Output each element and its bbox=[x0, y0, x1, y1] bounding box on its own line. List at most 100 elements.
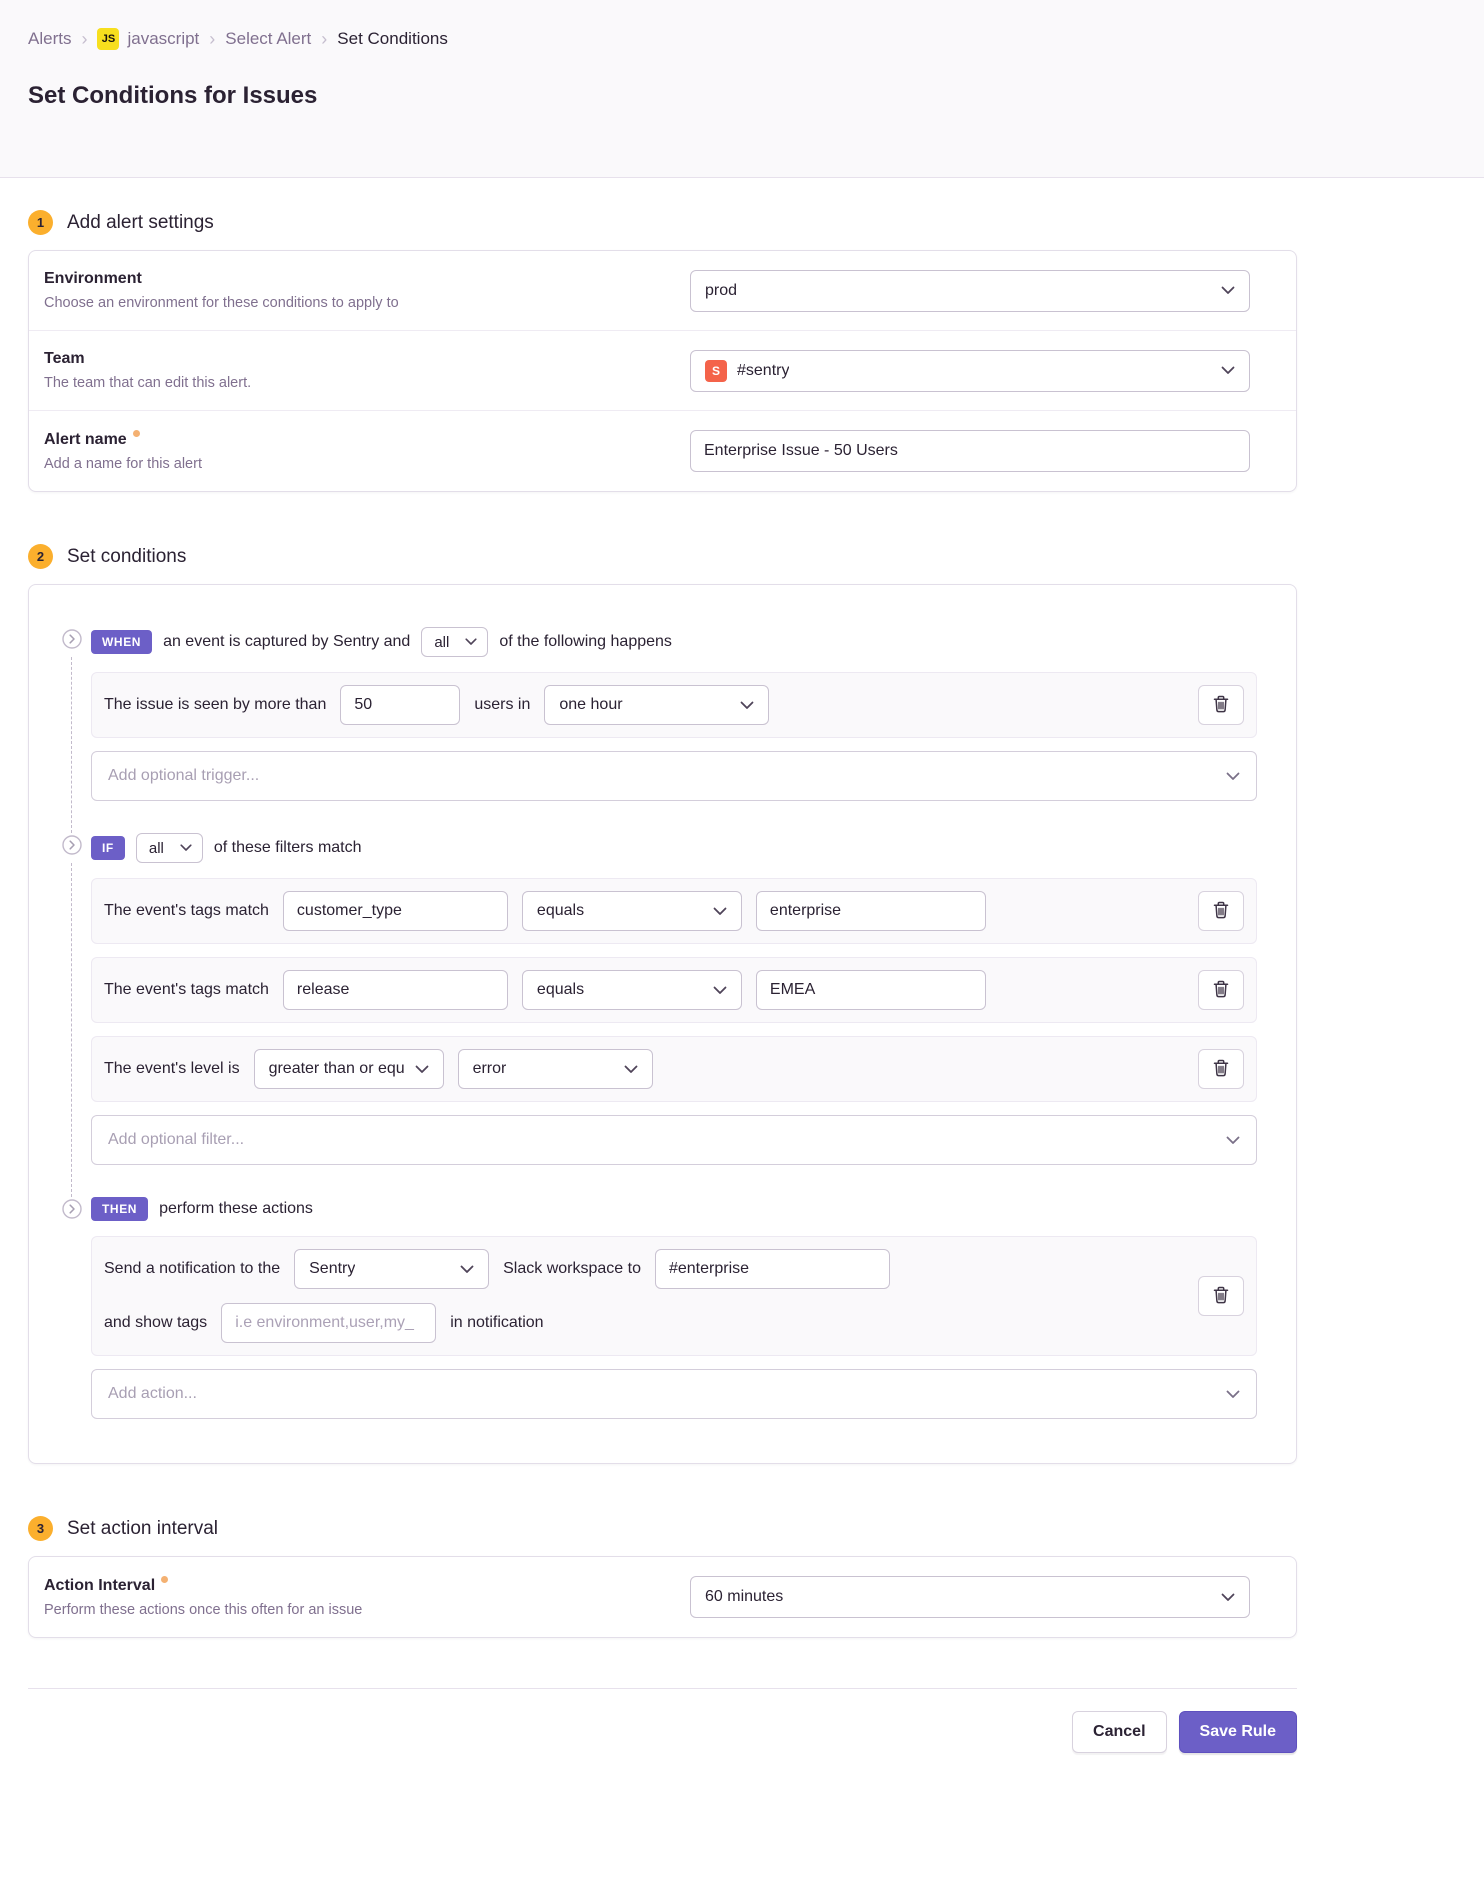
level-value: error bbox=[473, 1060, 507, 1078]
notification-tags-input[interactable] bbox=[221, 1303, 436, 1343]
filter-row-tags-1: The event's tags match equals bbox=[91, 878, 1257, 944]
filter-row-tags-2: The event's tags match equals bbox=[91, 957, 1257, 1023]
step3-number-badge: 3 bbox=[28, 1516, 53, 1541]
action-interval-labels: Action Interval Perform these actions on… bbox=[44, 1576, 362, 1618]
tag-key-input[interactable] bbox=[283, 970, 508, 1010]
time-interval-select[interactable]: one hour bbox=[544, 685, 769, 725]
trash-icon bbox=[1213, 695, 1229, 716]
environment-label: Environment bbox=[44, 270, 399, 288]
tag-operator-select[interactable]: equals bbox=[522, 970, 742, 1010]
if-text: of these filters match bbox=[214, 839, 362, 857]
required-indicator bbox=[133, 430, 140, 437]
when-condition-row: The issue is seen by more than users in … bbox=[91, 672, 1257, 738]
chevron-circle-icon bbox=[62, 629, 82, 649]
action-interval-row: Action Interval Perform these actions on… bbox=[29, 1557, 1296, 1637]
filter-label: The event's tags match bbox=[104, 902, 269, 920]
action-interval-label: Action Interval bbox=[44, 1576, 362, 1595]
chevron-right-separator: › bbox=[209, 30, 215, 48]
alert-name-help: Add a name for this alert bbox=[44, 456, 202, 472]
environment-control: prod bbox=[690, 270, 1250, 312]
add-optional-trigger-select[interactable]: Add optional trigger... bbox=[91, 751, 1257, 801]
delete-filter-button[interactable] bbox=[1198, 970, 1244, 1010]
chevron-down-icon bbox=[180, 844, 192, 852]
step1-header: 1 Add alert settings bbox=[28, 210, 1297, 235]
environment-row: Environment Choose an environment for th… bbox=[29, 251, 1296, 331]
slack-workspace-value: Sentry bbox=[309, 1260, 355, 1278]
tag-operator-value: equals bbox=[537, 981, 584, 999]
chevron-right-separator: › bbox=[81, 30, 87, 48]
action-text-after: in notification bbox=[450, 1314, 543, 1332]
if-group: IF all of these filters match The event'… bbox=[29, 833, 1257, 1165]
action-interval-card: Action Interval Perform these actions on… bbox=[28, 1556, 1297, 1638]
page-title: Set Conditions for Issues bbox=[28, 82, 1456, 110]
breadcrumb-select-alert[interactable]: Select Alert bbox=[225, 29, 311, 49]
slack-channel-input[interactable] bbox=[655, 1249, 890, 1289]
trash-icon bbox=[1213, 980, 1229, 1001]
breadcrumb-project[interactable]: JS javascript bbox=[97, 28, 199, 50]
chevron-right-separator: › bbox=[321, 30, 327, 48]
alert-name-input[interactable] bbox=[690, 430, 1250, 472]
add-optional-filter-placeholder: Add optional filter... bbox=[108, 1131, 244, 1149]
step2-title: Set conditions bbox=[67, 546, 186, 568]
conditions-body: WHEN an event is captured by Sentry and … bbox=[29, 585, 1296, 1463]
if-aggregate-select[interactable]: all bbox=[136, 833, 203, 863]
add-action-select[interactable]: Add action... bbox=[91, 1369, 1257, 1419]
tag-operator-value: equals bbox=[537, 902, 584, 920]
action-line-2: and show tags in notification bbox=[104, 1303, 890, 1343]
when-pre-text: an event is captured by Sentry and bbox=[163, 633, 410, 651]
action-lines: Send a notification to the Sentry Slack … bbox=[104, 1249, 890, 1343]
action-text-before: Send a notification to the bbox=[104, 1260, 280, 1278]
slack-workspace-select[interactable]: Sentry bbox=[294, 1249, 489, 1289]
user-count-input[interactable] bbox=[340, 685, 460, 725]
cancel-button[interactable]: Cancel bbox=[1072, 1711, 1166, 1753]
chevron-down-icon bbox=[713, 986, 727, 995]
when-aggregate-select[interactable]: all bbox=[421, 627, 488, 657]
chevron-down-icon bbox=[1221, 366, 1235, 375]
when-group: WHEN an event is captured by Sentry and … bbox=[29, 627, 1257, 801]
action-interval-help: Perform these actions once this often fo… bbox=[44, 1602, 362, 1618]
chevron-down-icon bbox=[1221, 1593, 1235, 1602]
chevron-circle-icon bbox=[62, 835, 82, 855]
level-operator-value: greater than or equ bbox=[269, 1060, 405, 1078]
when-badge: WHEN bbox=[91, 630, 152, 654]
action-interval-select[interactable]: 60 minutes bbox=[690, 1576, 1250, 1618]
delete-trigger-button[interactable] bbox=[1198, 685, 1244, 725]
team-control: S #sentry bbox=[690, 350, 1250, 392]
tag-operator-select[interactable]: equals bbox=[522, 891, 742, 931]
chevron-down-icon bbox=[1226, 1390, 1240, 1399]
delete-filter-button[interactable] bbox=[1198, 1049, 1244, 1089]
team-help: The team that can edit this alert. bbox=[44, 375, 251, 391]
action-interval-value: 60 minutes bbox=[705, 1588, 783, 1606]
chevron-down-icon bbox=[624, 1065, 638, 1074]
team-select[interactable]: S #sentry bbox=[690, 350, 1250, 392]
breadcrumb-alerts[interactable]: Alerts bbox=[28, 29, 71, 49]
javascript-platform-icon: JS bbox=[97, 28, 119, 50]
when-aggregate-value: all bbox=[434, 634, 449, 651]
team-row: Team The team that can edit this alert. … bbox=[29, 331, 1296, 411]
tag-value-input[interactable] bbox=[756, 970, 986, 1010]
action-interval-label-text: Action Interval bbox=[44, 1577, 155, 1594]
add-optional-filter-select[interactable]: Add optional filter... bbox=[91, 1115, 1257, 1165]
level-operator-select[interactable]: greater than or equ bbox=[254, 1049, 444, 1089]
when-post-text: of the following happens bbox=[499, 633, 672, 651]
delete-action-button[interactable] bbox=[1198, 1276, 1244, 1316]
step1-title: Add alert settings bbox=[67, 212, 214, 234]
chevron-down-icon bbox=[1226, 1136, 1240, 1145]
environment-select[interactable]: prod bbox=[690, 270, 1250, 312]
trash-icon bbox=[1213, 1286, 1229, 1307]
filter-label: The event's level is bbox=[104, 1060, 240, 1078]
chevron-down-icon bbox=[740, 701, 754, 710]
if-badge: IF bbox=[91, 836, 125, 860]
chevron-down-icon bbox=[1226, 772, 1240, 781]
level-value-select[interactable]: error bbox=[458, 1049, 653, 1089]
tag-key-input[interactable] bbox=[283, 891, 508, 931]
step3-header: 3 Set action interval bbox=[28, 1516, 1297, 1541]
save-rule-button[interactable]: Save Rule bbox=[1179, 1711, 1297, 1753]
alert-name-labels: Alert name Add a name for this alert bbox=[44, 430, 202, 472]
tag-value-input[interactable] bbox=[756, 891, 986, 931]
filter-label: The event's tags match bbox=[104, 981, 269, 999]
delete-filter-button[interactable] bbox=[1198, 891, 1244, 931]
trash-icon bbox=[1213, 901, 1229, 922]
team-avatar: S bbox=[705, 360, 727, 382]
when-badge-line: WHEN an event is captured by Sentry and … bbox=[91, 627, 1257, 657]
